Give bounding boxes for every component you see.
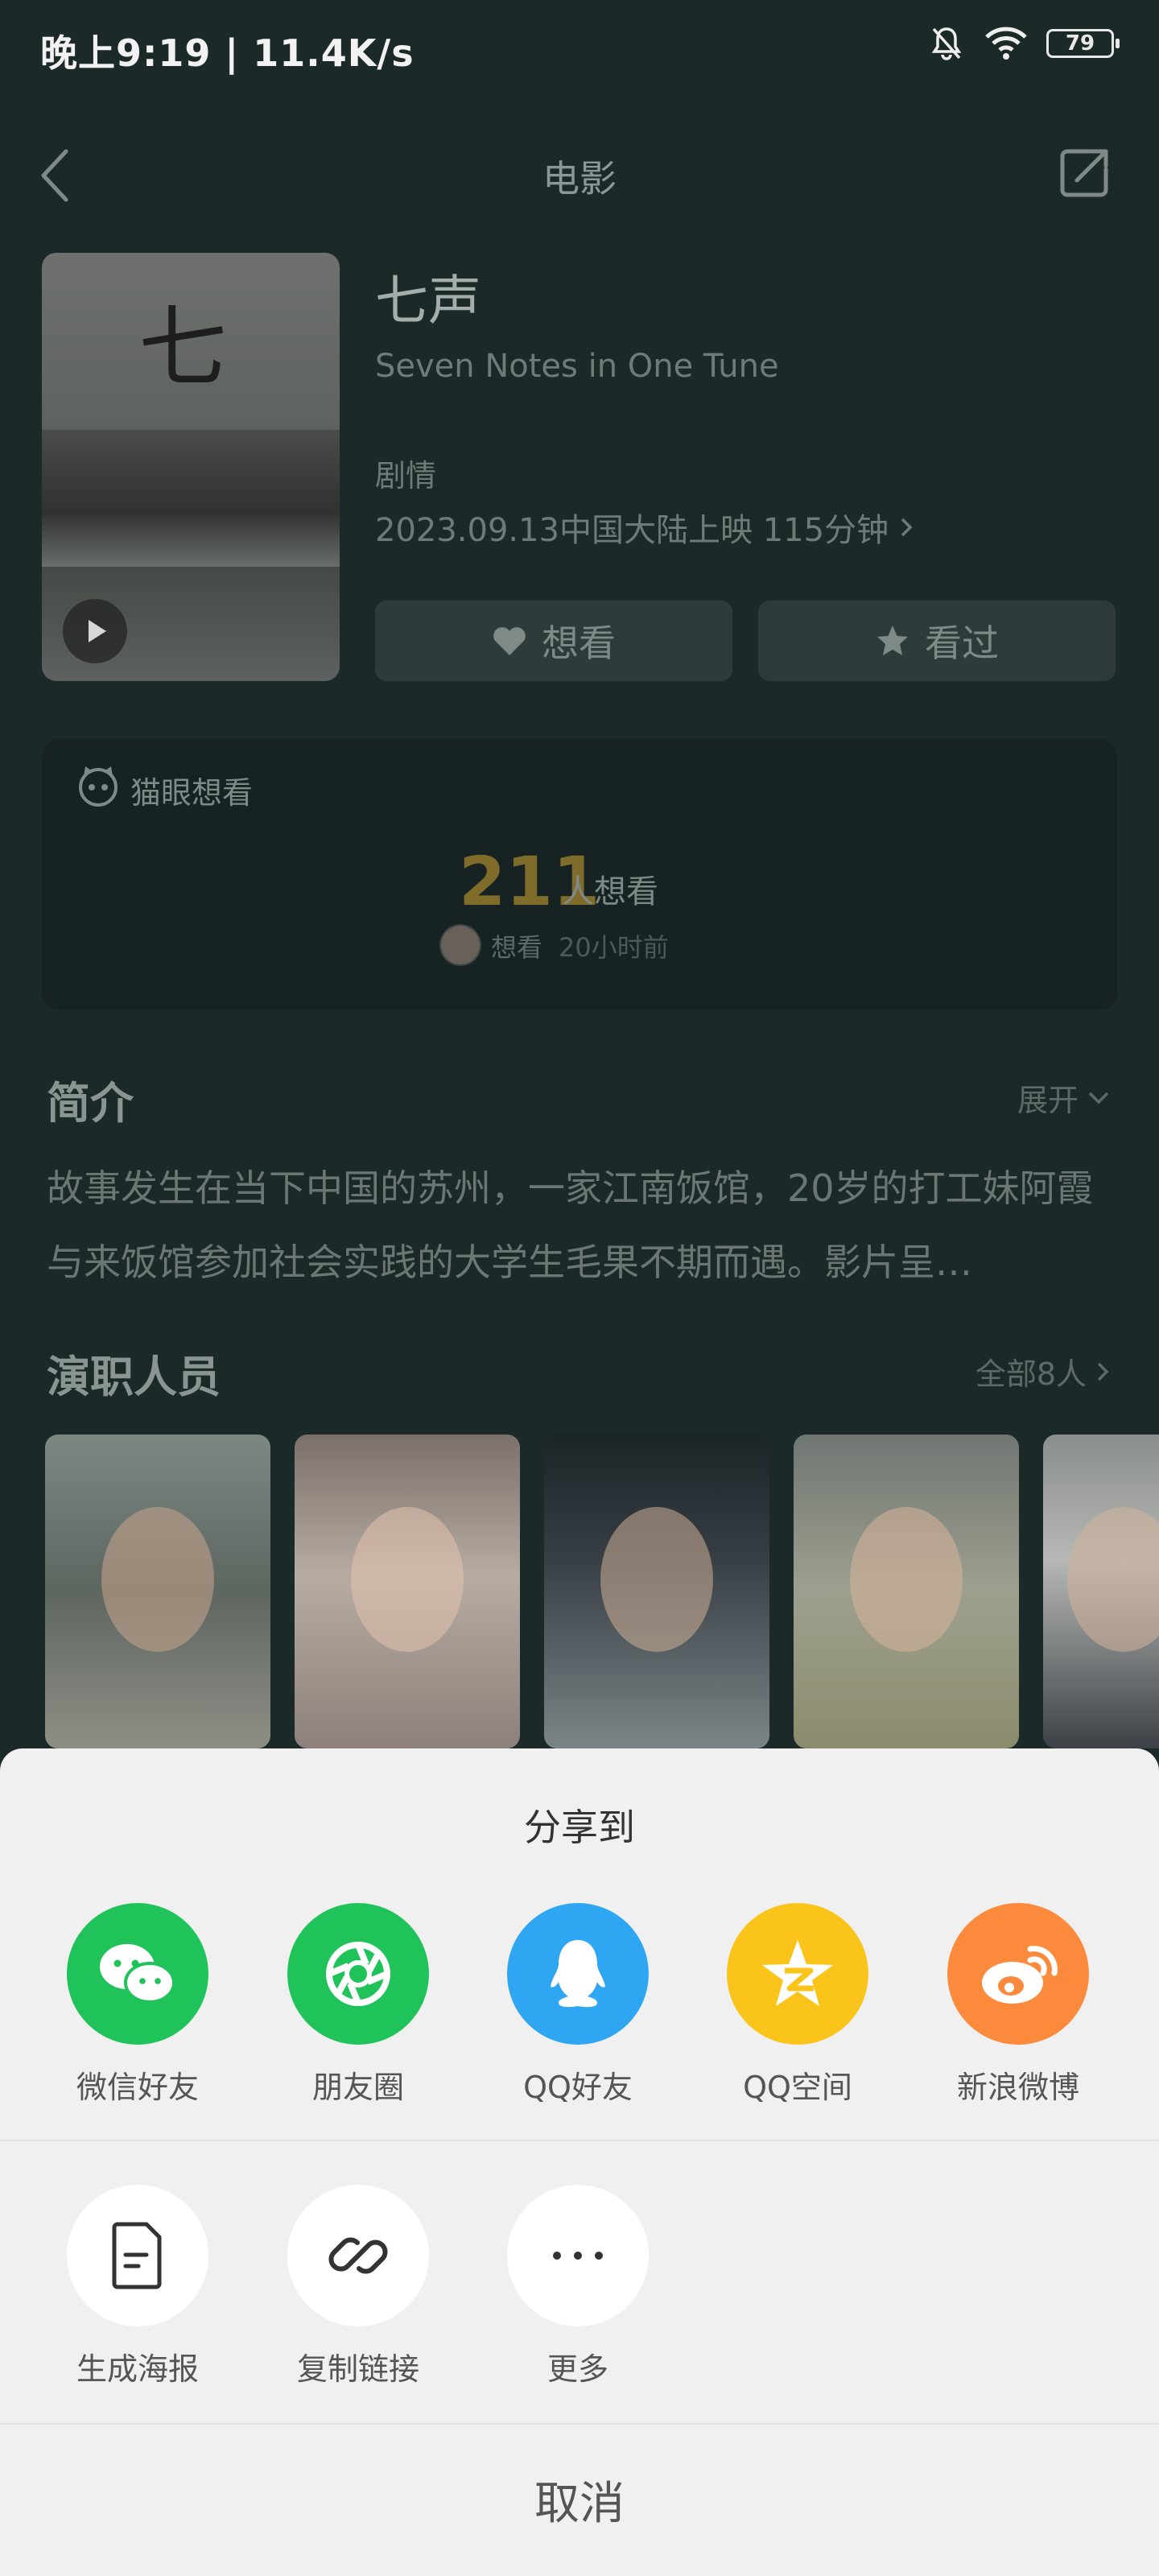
action-label: 复制链接 (296, 2351, 419, 2387)
intro-expand-label: 展开 (1017, 1083, 1079, 1118)
status-time: 晚上9:19 | 11.4K/s (40, 31, 415, 75)
share-label: QQ空间 (743, 2070, 852, 2105)
release-info-text: 2023.09.13中国大陆上映 115分钟 (375, 512, 889, 549)
share-weibo[interactable]: 新浪微博 (926, 1903, 1111, 2107)
cast-photo[interactable] (1043, 1435, 1159, 1748)
more-button[interactable]: 更多 (485, 2185, 670, 2388)
want-count-suffix: 人想看 (562, 873, 658, 910)
share-sheet-title: 分享到 (524, 1806, 635, 1849)
movie-english-title: Seven Notes in One Tune (375, 348, 779, 385)
poster-doc-icon (67, 2185, 208, 2326)
more-dots-icon (507, 2185, 649, 2326)
mute-bell-icon (931, 27, 962, 60)
share-qzone[interactable]: QQ空间 (705, 1903, 890, 2107)
page-title: 电影 (542, 157, 617, 200)
heart-icon (493, 627, 526, 655)
maoyan-label: 猫眼想看 (130, 775, 254, 811)
share-moments[interactable]: 朋友圈 (266, 1903, 451, 2107)
movie-title: 七声 (375, 270, 481, 332)
star-icon (877, 625, 908, 655)
poster-title-art: 七 (138, 296, 227, 399)
poster-image (42, 430, 340, 567)
cast-photo[interactable] (794, 1435, 1019, 1748)
battery-icon: 79 (1046, 29, 1120, 58)
chevron-down-icon (1088, 1092, 1109, 1104)
share-qq-friend[interactable]: QQ好友 (485, 1903, 670, 2107)
intro-text: 故事发生在当下中国的苏州，一家江南饭馆，20岁的打工妹阿霞与来饭馆参加社会实践的… (47, 1166, 1094, 1284)
intro-title: 简介 (47, 1078, 134, 1129)
cancel-button[interactable]: 取消 (0, 2423, 1159, 2576)
cast-photo[interactable] (295, 1435, 520, 1748)
wifi-icon (985, 27, 1027, 60)
share-label: 微信好友 (76, 2070, 199, 2105)
qq-icon (507, 1903, 649, 2045)
cast-view-all-label: 全部8人 (975, 1356, 1087, 1392)
status-icons: 79 (927, 24, 1120, 63)
intro-expand[interactable]: 展开 (1017, 1075, 1111, 1120)
cast-view-all[interactable]: 全部8人 (975, 1349, 1111, 1393)
recent-want-action: 想看 (491, 932, 543, 963)
cast-photo[interactable] (45, 1435, 270, 1748)
release-info[interactable]: 2023.09.13中国大陆上映 115分钟 (375, 504, 914, 551)
share-icon[interactable] (1058, 145, 1114, 201)
want-button[interactable]: 想看 (375, 601, 732, 681)
wechat-icon (67, 1903, 208, 2045)
share-label: 新浪微博 (956, 2070, 1079, 2105)
movie-poster[interactable]: 七 (42, 253, 340, 681)
recent-want-time: 20小时前 (559, 932, 669, 963)
action-label: 生成海报 (76, 2351, 199, 2387)
generate-poster-button[interactable]: 生成海报 (45, 2185, 230, 2388)
seen-button[interactable]: 看过 (758, 601, 1116, 681)
link-icon (287, 2185, 429, 2326)
play-icon (89, 620, 106, 642)
copy-link-button[interactable]: 复制链接 (266, 2185, 451, 2388)
chevron-right-icon (901, 518, 913, 537)
weibo-icon (947, 1903, 1089, 2045)
share-label: 朋友圈 (311, 2070, 404, 2105)
maoyan-cat-icon (79, 766, 118, 807)
play-trailer-button[interactable] (63, 599, 127, 663)
cast-photo[interactable] (544, 1435, 769, 1748)
action-label: 更多 (547, 2351, 608, 2387)
divider (0, 2140, 1159, 2141)
share-wechat-friend[interactable]: 微信好友 (45, 1903, 230, 2107)
cast-title: 演职人员 (47, 1352, 221, 1402)
want-button-label: 想看 (542, 621, 616, 665)
moments-icon (287, 1903, 429, 2045)
qzone-icon (727, 1903, 868, 2045)
seen-button-label: 看过 (925, 621, 999, 665)
chevron-right-icon (1097, 1362, 1109, 1381)
movie-genre: 剧情 (375, 458, 437, 493)
avatar (439, 924, 481, 966)
share-label: QQ好友 (523, 2070, 633, 2105)
